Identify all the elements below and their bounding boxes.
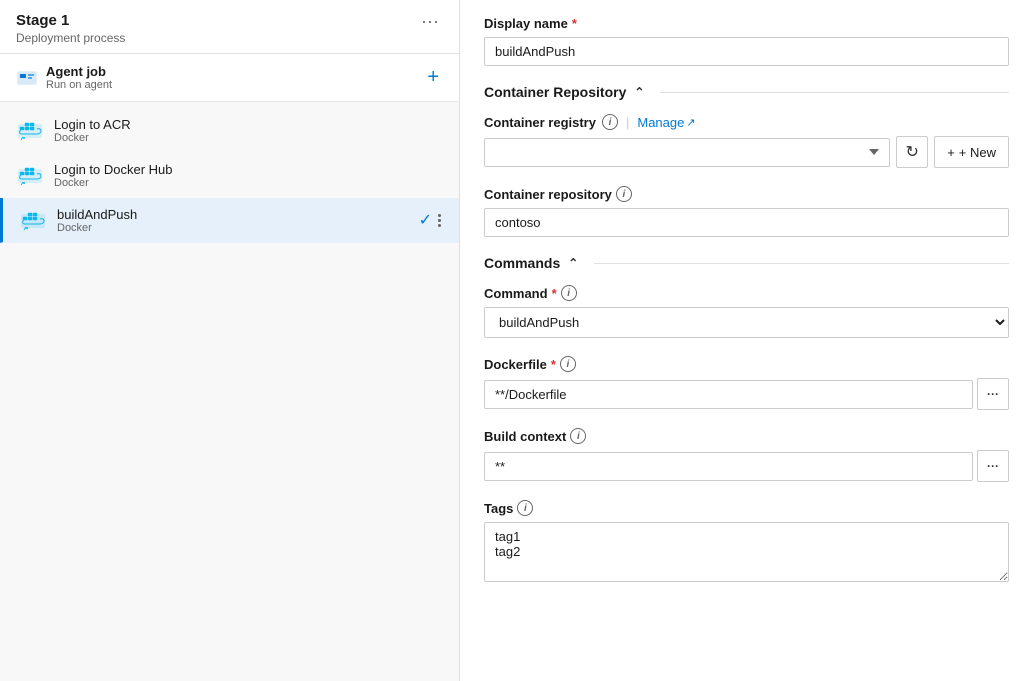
command-info-icon[interactable]: i	[561, 285, 577, 301]
display-name-label: Display name *	[484, 16, 1009, 31]
task-item-login-acr[interactable]: Login to ACR Docker	[0, 108, 459, 153]
agent-job-sub: Run on agent	[46, 79, 112, 91]
container-repo-info-icon[interactable]: i	[616, 186, 632, 202]
container-registry-dropdown-row: ↻ + + New	[484, 136, 1009, 168]
required-star-dockerfile: *	[551, 357, 556, 372]
agent-job-text: Agent job Run on agent	[46, 64, 112, 91]
task-list: Login to ACR Docker Log	[0, 102, 459, 681]
docker-icon-acr	[16, 116, 44, 144]
display-name-group: Display name *	[484, 16, 1009, 66]
container-registry-info-icon[interactable]: i	[602, 114, 618, 130]
container-registry-label-row: Container registry i | Manage ↗	[484, 114, 1009, 130]
build-context-label: Build context i	[484, 428, 1009, 444]
stage-subtitle: Deployment process	[16, 31, 125, 45]
commands-chevron[interactable]: ⌃	[568, 256, 578, 270]
container-repo-chevron[interactable]: ⌃	[634, 85, 644, 99]
commands-title: Commands	[484, 255, 560, 271]
build-context-group: Build context i ···	[484, 428, 1009, 482]
container-repo-title: Container Repository	[484, 84, 626, 100]
refresh-button[interactable]: ↻	[896, 136, 928, 168]
task-item-buildandpush[interactable]: buildAndPush Docker ✓	[0, 198, 459, 243]
container-repo-input[interactable]	[484, 208, 1009, 237]
tags-input[interactable]: tag1 tag2	[484, 522, 1009, 582]
task-name-buildpush: buildAndPush	[57, 207, 137, 222]
separator: |	[626, 115, 629, 130]
container-registry-group: Container registry i | Manage ↗ ↻ + + Ne…	[484, 114, 1009, 168]
task-type-acr: Docker	[54, 132, 131, 144]
display-name-input[interactable]	[484, 37, 1009, 66]
dot1	[438, 214, 441, 217]
tags-info-icon[interactable]: i	[517, 500, 533, 516]
dockerfile-info-icon[interactable]: i	[560, 356, 576, 372]
agent-icon	[16, 67, 38, 89]
agent-job-icon	[16, 67, 38, 89]
check-icon: ✓	[419, 210, 432, 230]
dockerfile-browse-button[interactable]: ···	[977, 378, 1009, 410]
add-task-button[interactable]: +	[423, 66, 443, 89]
tags-group: Tags i tag1 tag2	[484, 500, 1009, 585]
container-registry-dropdown[interactable]	[484, 138, 890, 167]
build-context-browse-button[interactable]: ···	[977, 450, 1009, 482]
container-repo-field-group: Container repository i	[484, 186, 1009, 237]
tags-label: Tags i	[484, 500, 1009, 516]
container-repo-section: Container Repository ⌃	[484, 84, 1009, 100]
manage-link[interactable]: Manage ↗	[637, 115, 695, 130]
command-dropdown[interactable]: buildAndPush build push	[484, 307, 1009, 338]
command-group: Command * i buildAndPush build push	[484, 285, 1009, 338]
required-star-displayname: *	[572, 16, 577, 31]
stage-more-button[interactable]: ···	[417, 12, 443, 30]
command-label: Command * i	[484, 285, 1009, 301]
task-type-dockerhub: Docker	[54, 177, 173, 189]
new-icon: +	[947, 145, 955, 160]
task-info-buildpush: buildAndPush Docker	[57, 207, 137, 234]
new-button-label: + New	[959, 145, 996, 160]
build-context-input[interactable]	[484, 452, 973, 481]
task-context-menu-button[interactable]	[436, 214, 443, 227]
required-star-command: *	[552, 286, 557, 301]
dockerfile-input-row: ···	[484, 378, 1009, 410]
stage-info: Stage 1 Deployment process	[16, 12, 125, 45]
docker-icon-hub	[16, 161, 44, 189]
task-info-dockerhub: Login to Docker Hub Docker	[54, 162, 173, 189]
agent-job-name: Agent job	[46, 64, 112, 79]
dockerfile-group: Dockerfile * i ···	[484, 356, 1009, 410]
task-name-dockerhub: Login to Docker Hub	[54, 162, 173, 177]
external-link-icon: ↗	[686, 116, 695, 129]
right-panel: Display name * Container Repository ⌃ Co…	[460, 0, 1033, 681]
dockerfile-input[interactable]	[484, 380, 973, 409]
container-registry-label: Container registry	[484, 115, 596, 130]
task-info-acr: Login to ACR Docker	[54, 117, 131, 144]
commands-section: Commands ⌃	[484, 255, 1009, 271]
stage-header: Stage 1 Deployment process ···	[0, 0, 459, 54]
stage-title: Stage 1	[16, 12, 125, 29]
new-registry-button[interactable]: + + New	[934, 136, 1009, 168]
agent-job-row: Agent job Run on agent +	[0, 54, 459, 102]
build-context-input-row: ···	[484, 450, 1009, 482]
container-repo-label: Container repository i	[484, 186, 1009, 202]
dot3	[438, 224, 441, 227]
task-item-login-dockerhub[interactable]: Login to Docker Hub Docker	[0, 153, 459, 198]
docker-icon-buildpush	[19, 206, 47, 234]
task-type-buildpush: Docker	[57, 222, 137, 234]
dot2	[438, 219, 441, 222]
left-panel: Stage 1 Deployment process ··· Agent job…	[0, 0, 460, 681]
task-name-acr: Login to ACR	[54, 117, 131, 132]
agent-job-left: Agent job Run on agent	[16, 64, 112, 91]
task-actions-buildpush: ✓	[419, 210, 443, 230]
build-context-info-icon[interactable]: i	[570, 428, 586, 444]
dockerfile-label: Dockerfile * i	[484, 356, 1009, 372]
